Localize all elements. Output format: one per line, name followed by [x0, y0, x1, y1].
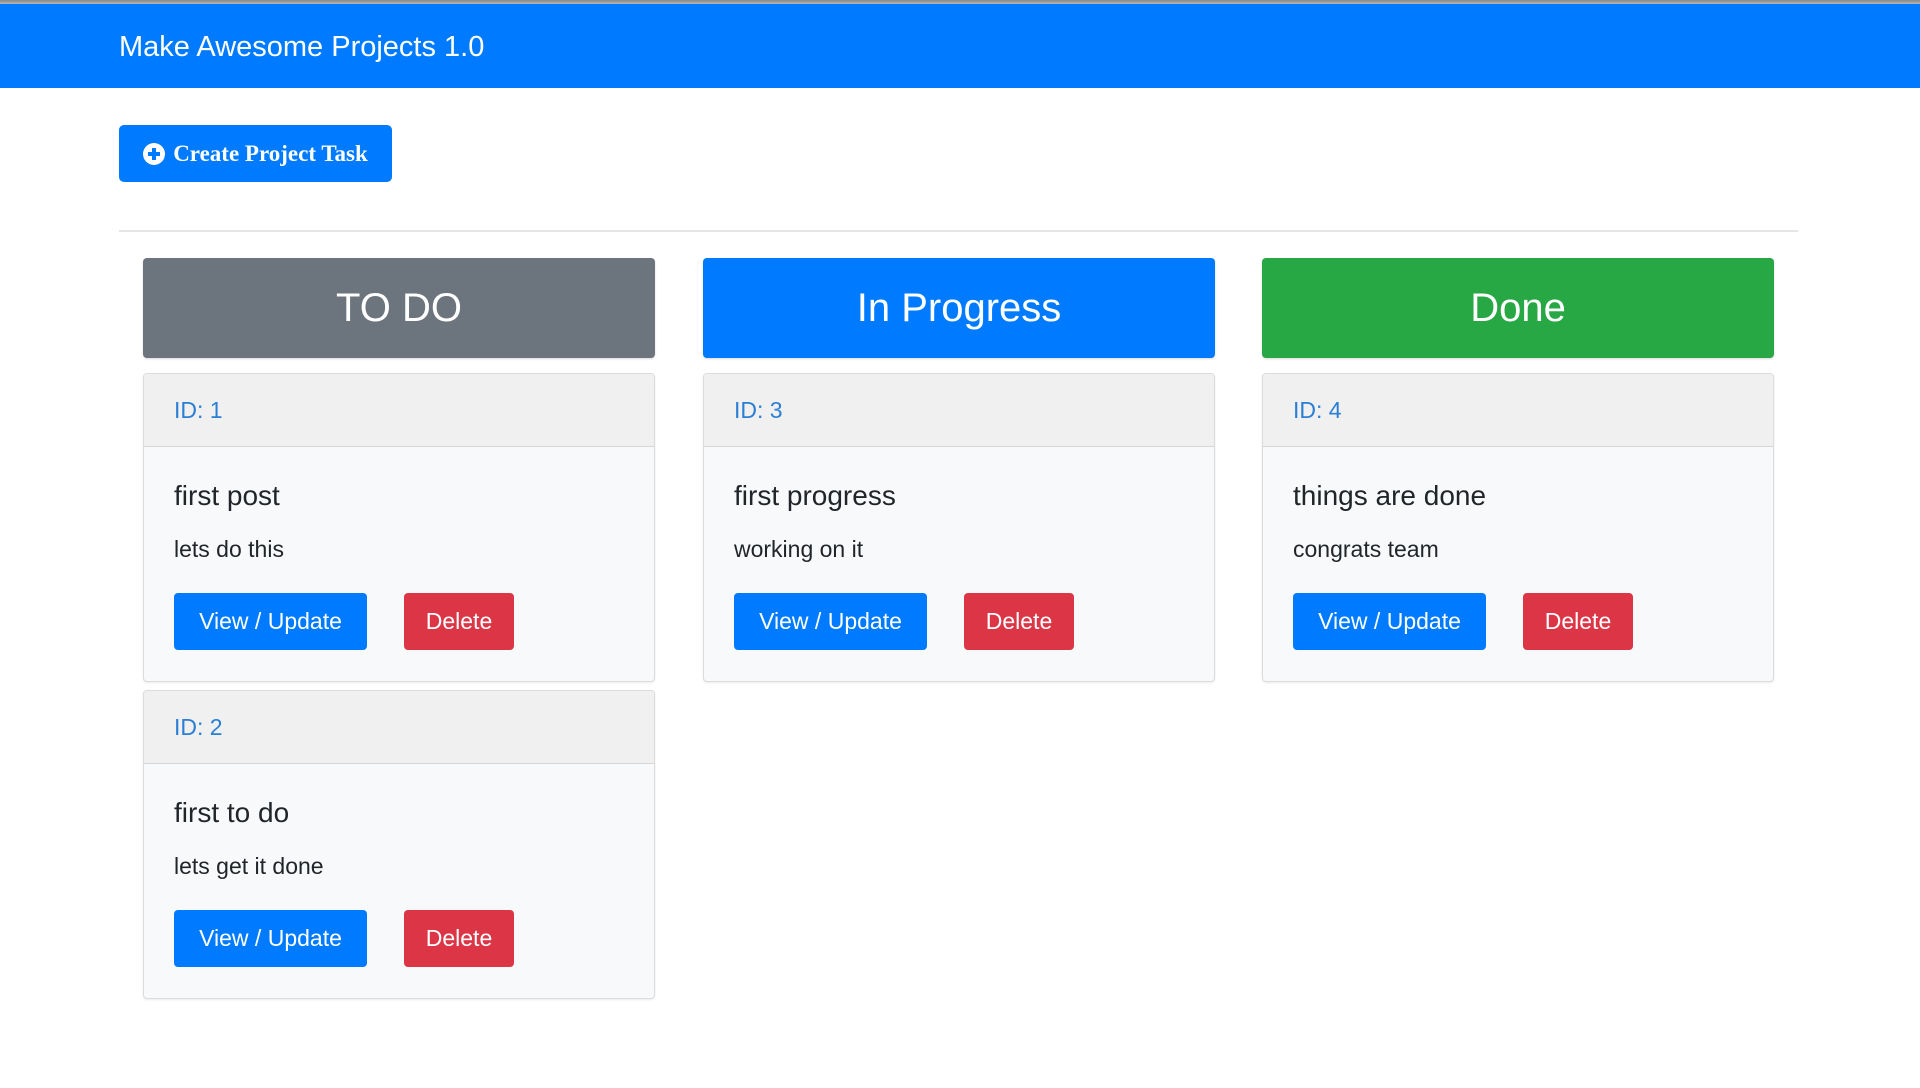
create-project-task-label: Create Project Task	[173, 140, 368, 166]
view-update-button[interactable]: View / Update	[174, 593, 367, 650]
task-description: congrats team	[1293, 536, 1439, 562]
task-id: ID: 3	[734, 396, 783, 423]
task-id: ID: 2	[174, 713, 223, 740]
column-in-progress: In Progress ID: 3 first progress working…	[703, 258, 1215, 690]
task-description: working on it	[734, 536, 864, 562]
task-description: lets get it done	[174, 853, 324, 879]
column-title: TO DO	[336, 285, 462, 330]
task-title: first progress	[734, 480, 896, 511]
task-id: ID: 4	[1293, 396, 1342, 423]
column-header-todo: TO DO	[143, 258, 655, 358]
create-project-task-button[interactable]: Create Project Task	[119, 125, 392, 182]
navbar-brand[interactable]: Make Awesome Projects 1.0	[119, 30, 484, 64]
divider	[119, 230, 1798, 232]
column-header-in-progress: In Progress	[703, 258, 1215, 358]
column-title: Done	[1470, 285, 1566, 330]
delete-button[interactable]: Delete	[964, 593, 1074, 650]
view-update-button[interactable]: View / Update	[1293, 593, 1486, 650]
task-title: things are done	[1293, 480, 1487, 511]
task-title: first post	[174, 480, 280, 511]
column-todo: TO DO ID: 1 first post lets do this View…	[143, 258, 655, 1007]
delete-button[interactable]: Delete	[404, 910, 514, 967]
task-card-header: ID: 1	[144, 374, 654, 447]
navbar: Make Awesome Projects 1.0	[0, 4, 1920, 88]
task-description: lets do this	[174, 536, 284, 562]
task-card: ID: 1 first post lets do this View / Upd…	[143, 373, 655, 682]
task-card-header: ID: 2	[144, 691, 654, 764]
view-update-button[interactable]: View / Update	[734, 593, 927, 650]
plus-circle-icon	[143, 142, 166, 165]
task-card-body: first post lets do this View / Update De…	[144, 447, 654, 681]
task-card-body: first progress working on it View / Upda…	[704, 447, 1214, 681]
task-card-body: first to do lets get it done View / Upda…	[144, 764, 654, 998]
delete-button[interactable]: Delete	[1523, 593, 1633, 650]
view-update-button[interactable]: View / Update	[174, 910, 367, 967]
task-title: first to do	[174, 797, 290, 828]
task-card-body: things are done congrats team View / Upd…	[1263, 447, 1773, 681]
task-card: ID: 3 first progress working on it View …	[703, 373, 1215, 682]
task-card: ID: 2 first to do lets get it done View …	[143, 690, 655, 999]
column-title: In Progress	[856, 285, 1062, 330]
task-card-header: ID: 3	[704, 374, 1214, 447]
delete-button[interactable]: Delete	[404, 593, 514, 650]
task-card: ID: 4 things are done congrats team View…	[1262, 373, 1774, 682]
column-done: Done ID: 4 things are done congrats team…	[1262, 258, 1774, 690]
task-id: ID: 1	[174, 396, 223, 423]
column-header-done: Done	[1262, 258, 1774, 358]
task-card-header: ID: 4	[1263, 374, 1773, 447]
